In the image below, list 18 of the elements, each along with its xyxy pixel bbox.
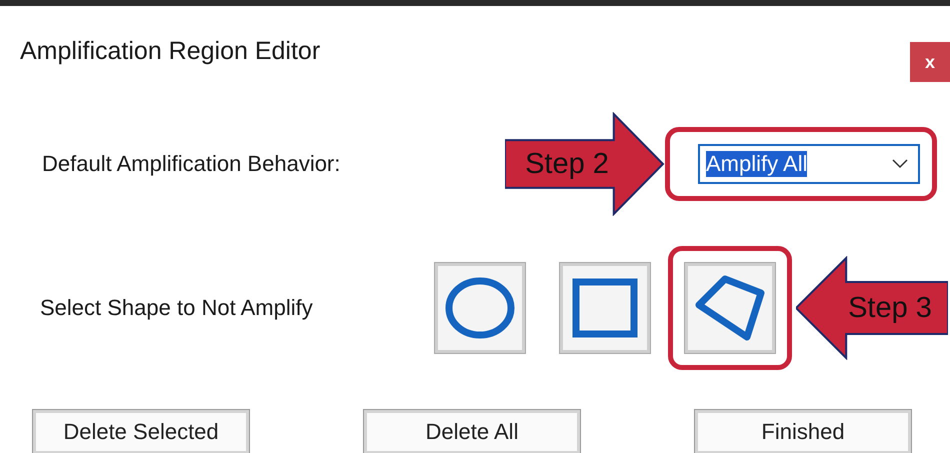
- shape-button[interactable]: [560, 263, 650, 353]
- callout-label: Step 2: [525, 148, 610, 180]
- callout-label: Step 3: [847, 292, 932, 324]
- shape-button[interactable]: [685, 263, 775, 353]
- dialog-button[interactable]: Finished: [695, 410, 911, 453]
- chevron-icon: [892, 159, 908, 169]
- behavior-label: Default Amplification Behavior:: [42, 151, 342, 177]
- shape-label: Select Shape to Not Amplify: [40, 295, 314, 321]
- window-title: Amplification Region Editor: [20, 36, 320, 66]
- close-button[interactable]: x: [910, 42, 950, 82]
- dialog-button[interactable]: Delete Selected: [33, 410, 249, 453]
- behavior-dropdown[interactable]: Amplify All: [698, 144, 920, 184]
- square-icon: [572, 278, 638, 338]
- polygon-icon: [695, 275, 765, 341]
- dialog-button[interactable]: Delete All: [364, 410, 580, 453]
- dropdown-value: Amplify All: [706, 151, 808, 177]
- shape-button[interactable]: [435, 263, 525, 353]
- circle-icon: [445, 277, 515, 339]
